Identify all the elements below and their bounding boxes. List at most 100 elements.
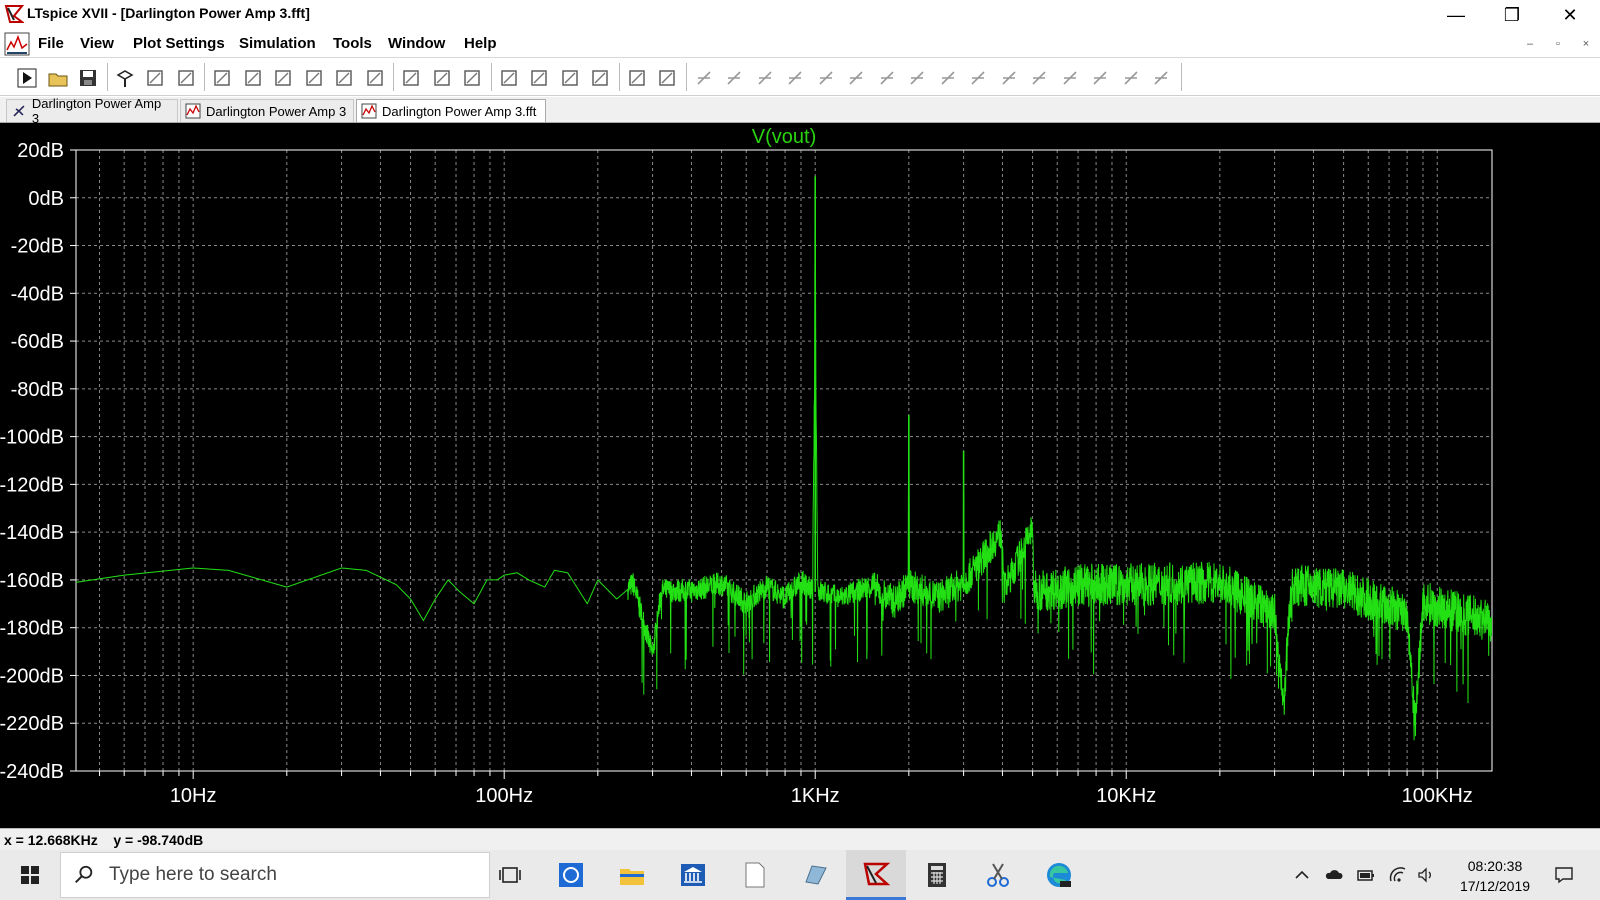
spice-directive-button[interactable] <box>1148 65 1174 91</box>
taskbar-app-sync-app[interactable] <box>541 850 601 900</box>
move-button[interactable] <box>935 65 961 91</box>
save-button[interactable] <box>75 65 101 91</box>
taskbar-app-ltspice[interactable] <box>846 850 906 900</box>
paste-button[interactable] <box>557 65 583 91</box>
sync-app-icon <box>559 863 583 887</box>
draw-wire-icon <box>696 71 711 85</box>
tray-onedrive[interactable] <box>1322 862 1346 888</box>
tray-battery[interactable] <box>1354 862 1378 888</box>
mdi-close-button[interactable]: × <box>1576 36 1596 52</box>
tab-schematic[interactable]: Darlington Power Amp 3 <box>6 96 178 126</box>
zoom-out-icon <box>275 70 291 86</box>
tab-waveform[interactable]: Darlington Power Amp 3 <box>180 99 354 122</box>
run-button[interactable] <box>14 65 40 91</box>
ground-button[interactable] <box>721 65 747 91</box>
taskbar-app-edge-beta[interactable] <box>785 850 845 900</box>
print-icon <box>628 70 645 86</box>
tray-network[interactable] <box>1386 862 1410 888</box>
copy-button[interactable] <box>526 65 552 91</box>
maximize-icon: ❐ <box>1503 4 1521 25</box>
menu-file[interactable]: File <box>38 35 64 52</box>
component-button[interactable] <box>904 65 930 91</box>
pan-button[interactable] <box>173 65 199 91</box>
autorange-button[interactable] <box>331 65 357 91</box>
rotate-button[interactable] <box>1057 65 1083 91</box>
tab-fft[interactable]: Darlington Power Amp 3.fft <box>356 99 546 122</box>
y-tick-label: -240dB <box>0 761 64 783</box>
mdi-restore-button[interactable]: ▫ <box>1548 36 1568 52</box>
zoom-full-button[interactable] <box>240 65 266 91</box>
manual-limits-button[interactable] <box>362 65 388 91</box>
x-tick-label: 10KHz <box>1096 785 1156 807</box>
find-button[interactable] <box>587 65 613 91</box>
component-icon <box>910 71 924 85</box>
zoom-cancel-icon <box>305 70 322 86</box>
drag-button[interactable] <box>965 65 991 91</box>
y-tick-label: -180dB <box>0 618 64 640</box>
maximize-window-button[interactable]: ❐ <box>1484 0 1540 30</box>
notepad-icon <box>745 862 765 888</box>
rotate-icon <box>1062 71 1077 85</box>
halt-button[interactable] <box>142 65 168 91</box>
menu-simulation[interactable]: Simulation <box>239 35 316 52</box>
resistor-button[interactable] <box>782 65 808 91</box>
taskbar-app-notepad[interactable] <box>724 850 784 900</box>
tile-horizontal-button[interactable] <box>398 65 424 91</box>
capacitor-button[interactable] <box>813 65 839 91</box>
search-placeholder: Type here to search <box>109 864 277 885</box>
waveform-icon <box>185 103 201 119</box>
taskbar-app-task-view[interactable] <box>480 850 540 900</box>
ltspice-app-icon[interactable] <box>4 4 24 24</box>
undo-button[interactable] <box>996 65 1022 91</box>
zoom-out-button[interactable] <box>270 65 296 91</box>
mdi-minimize-button[interactable]: – <box>1520 36 1540 52</box>
taskbar-app-calculator[interactable] <box>907 850 967 900</box>
y-tick-label: -220dB <box>0 713 64 735</box>
tab-bar: Darlington Power Amp 3 Darlington Power … <box>0 96 1600 126</box>
draw-wire-button[interactable] <box>691 65 717 91</box>
start-button[interactable] <box>0 850 60 900</box>
waveform-document-icon[interactable] <box>4 32 30 56</box>
taskbar-app-file-explorer[interactable] <box>602 850 662 900</box>
mirror-button[interactable] <box>1087 65 1113 91</box>
run-icon <box>17 68 37 88</box>
tile-vertical-button[interactable] <box>459 65 485 91</box>
taskbar-app-bank-app[interactable] <box>663 850 723 900</box>
menu-view[interactable]: View <box>80 35 114 52</box>
diode-button[interactable] <box>874 65 900 91</box>
print-button[interactable] <box>624 65 650 91</box>
y-tick-label: -160dB <box>0 570 64 592</box>
y-tick-label: -100dB <box>0 427 64 449</box>
inductor-button[interactable] <box>843 65 869 91</box>
taskbar-app-edge-dev[interactable] <box>1029 850 1089 900</box>
zoom-in-button[interactable] <box>209 65 235 91</box>
cut-button[interactable] <box>496 65 522 91</box>
plot-pane[interactable]: 20dB 0dB -20dB -40dB -60dB -80dB -100dB -120dB -… <box>0 123 1600 828</box>
system-clock[interactable]: 08:20:38 17/12/2019 <box>1440 856 1550 896</box>
action-center-button[interactable] <box>1548 862 1580 888</box>
cascade-button[interactable] <box>429 65 455 91</box>
menu-window[interactable]: Window <box>388 35 445 52</box>
taskbar-app-snipping-tool[interactable] <box>968 850 1028 900</box>
y-tick-label: -80dB <box>11 379 64 401</box>
zoom-cancel-button[interactable] <box>301 65 327 91</box>
taskbar-search[interactable]: Type here to search <box>60 852 490 898</box>
tray-chevron[interactable] <box>1290 862 1314 888</box>
minimize-window-button[interactable]: — <box>1428 0 1484 30</box>
menu-plot-settings[interactable]: Plot Settings <box>133 35 225 52</box>
label-net-button[interactable] <box>752 65 778 91</box>
x-tick-label: 10Hz <box>170 785 217 807</box>
control-panel-button[interactable] <box>112 65 138 91</box>
move-icon <box>940 71 955 85</box>
menu-help[interactable]: Help <box>464 35 497 52</box>
print-preview-button[interactable] <box>654 65 680 91</box>
open-button[interactable] <box>45 65 71 91</box>
close-window-button[interactable]: ✕ <box>1542 0 1598 30</box>
text-button[interactable] <box>1118 65 1144 91</box>
tray-volume[interactable] <box>1414 862 1438 888</box>
redo-button[interactable] <box>1026 65 1052 91</box>
speaker-icon <box>1418 867 1431 883</box>
fft-plot[interactable]: 20dB 0dB -20dB -40dB -60dB -80dB -100dB -120dB -… <box>0 123 1600 828</box>
menu-tools[interactable]: Tools <box>333 35 372 52</box>
cascade-icon <box>433 70 450 86</box>
